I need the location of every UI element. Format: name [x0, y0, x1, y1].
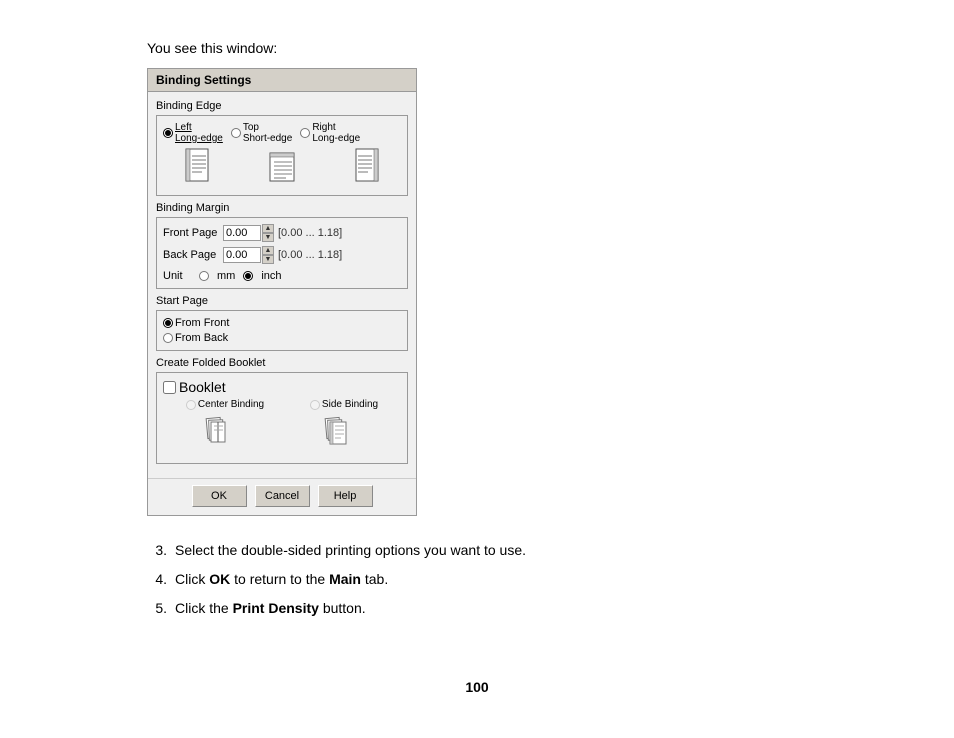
- unit-label: Unit: [163, 270, 191, 282]
- from-back-option[interactable]: From Back: [163, 332, 401, 344]
- binding-edge-right-radio[interactable]: [300, 128, 310, 138]
- booklet-label: Booklet: [179, 379, 226, 395]
- back-page-up-arrow[interactable]: ▲: [262, 246, 274, 255]
- instruction-4: Click OK to return to the Main tab.: [147, 569, 807, 590]
- from-front-radio[interactable]: [163, 318, 173, 328]
- from-back-radio[interactable]: [163, 333, 173, 343]
- back-page-range: [0.00 ... 1.18]: [278, 249, 342, 261]
- cancel-button[interactable]: Cancel: [255, 485, 310, 507]
- ok-button[interactable]: OK: [192, 485, 247, 507]
- instruction-5: Click the Print Density button.: [147, 598, 807, 619]
- instruction-3-text: Select the double-sided printing options…: [175, 540, 526, 561]
- booklet-checkbox[interactable]: [163, 381, 176, 394]
- side-binding-label: Side Binding: [322, 399, 378, 410]
- start-page-options: From Front From Back: [163, 317, 401, 344]
- binding-edge-left-option[interactable]: LeftLong-edge: [163, 122, 223, 144]
- back-page-spinner[interactable]: ▲ ▼: [223, 246, 274, 264]
- back-page-arrows[interactable]: ▲ ▼: [262, 246, 274, 264]
- top-binding-icon: [268, 148, 296, 189]
- binding-edge-left-label: LeftLong-edge: [175, 122, 223, 144]
- front-page-input[interactable]: [223, 225, 261, 241]
- from-back-label: From Back: [175, 332, 228, 344]
- center-binding-radio[interactable]: [186, 400, 196, 410]
- instructions-list: Select the double-sided printing options…: [147, 540, 807, 619]
- binding-edge-icons: [163, 148, 401, 189]
- instruction-3: Select the double-sided printing options…: [147, 540, 807, 561]
- center-binding-label: Center Binding: [198, 399, 264, 410]
- dialog-buttons: OK Cancel Help: [148, 478, 416, 515]
- booklet-binding-options: Center Binding Side Binding: [163, 399, 401, 410]
- binding-edge-label: Binding Edge: [156, 100, 408, 112]
- booklet-checkbox-row[interactable]: Booklet: [163, 379, 401, 395]
- front-page-range: [0.00 ... 1.18]: [278, 227, 342, 239]
- instruction-5-text: Click the Print Density button.: [175, 598, 366, 619]
- unit-inch-label: inch: [261, 270, 281, 282]
- front-page-label: Front Page: [163, 227, 223, 239]
- binding-edge-top-label: TopShort-edge: [243, 122, 292, 144]
- binding-edge-section: LeftLong-edge TopShort-edge: [156, 115, 408, 196]
- create-folded-booklet-label: Create Folded Booklet: [156, 357, 408, 369]
- create-folded-booklet-section: Booklet Center Binding Side Binding: [156, 372, 408, 464]
- binding-edge-right-option[interactable]: RightLong-edge: [300, 122, 360, 144]
- binding-edge-top-radio[interactable]: [231, 128, 241, 138]
- unit-inch-radio[interactable]: [243, 271, 253, 281]
- center-binding-option[interactable]: Center Binding: [186, 399, 264, 410]
- start-page-label: Start Page: [156, 295, 408, 307]
- front-page-spinner[interactable]: ▲ ▼: [223, 224, 274, 242]
- left-binding-icon: [182, 148, 210, 189]
- main-bold: Main: [329, 571, 361, 587]
- front-page-down-arrow[interactable]: ▼: [262, 233, 274, 242]
- from-front-option[interactable]: From Front: [163, 317, 401, 329]
- print-density-bold: Print Density: [233, 600, 319, 616]
- booklet-icons: [163, 414, 401, 457]
- binding-margin-label: Binding Margin: [156, 202, 408, 214]
- unit-mm-label: mm: [217, 270, 235, 282]
- back-page-row: Back Page ▲ ▼ [0.00 ... 1.18]: [163, 246, 401, 264]
- back-page-input[interactable]: [223, 247, 261, 263]
- binding-margin-section: Front Page ▲ ▼ [0.00 ... 1.18] Back Page: [156, 217, 408, 289]
- binding-edge-top-option[interactable]: TopShort-edge: [231, 122, 292, 144]
- start-page-section: From Front From Back: [156, 310, 408, 351]
- instruction-4-text: Click OK to return to the Main tab.: [175, 569, 388, 590]
- dialog-title: Binding Settings: [148, 69, 416, 92]
- unit-mm-radio[interactable]: [199, 271, 209, 281]
- side-binding-option[interactable]: Side Binding: [310, 399, 378, 410]
- binding-settings-dialog: Binding Settings Binding Edge LeftLong-e…: [147, 68, 417, 516]
- center-binding-icon: [205, 414, 241, 457]
- right-binding-icon: [354, 148, 382, 189]
- front-page-arrows[interactable]: ▲ ▼: [262, 224, 274, 242]
- side-binding-radio[interactable]: [310, 400, 320, 410]
- front-page-up-arrow[interactable]: ▲: [262, 224, 274, 233]
- binding-edge-right-label: RightLong-edge: [312, 122, 360, 144]
- back-page-label: Back Page: [163, 249, 223, 261]
- help-button[interactable]: Help: [318, 485, 373, 507]
- binding-edge-left-radio[interactable]: [163, 128, 173, 138]
- intro-text: You see this window:: [147, 40, 807, 56]
- ok-bold: OK: [209, 571, 230, 587]
- back-page-down-arrow[interactable]: ▼: [262, 255, 274, 264]
- page-number: 100: [147, 679, 807, 695]
- unit-row: Unit mm inch: [163, 270, 401, 282]
- front-page-row: Front Page ▲ ▼ [0.00 ... 1.18]: [163, 224, 401, 242]
- side-binding-icon: [324, 414, 360, 457]
- from-front-label: From Front: [175, 317, 229, 329]
